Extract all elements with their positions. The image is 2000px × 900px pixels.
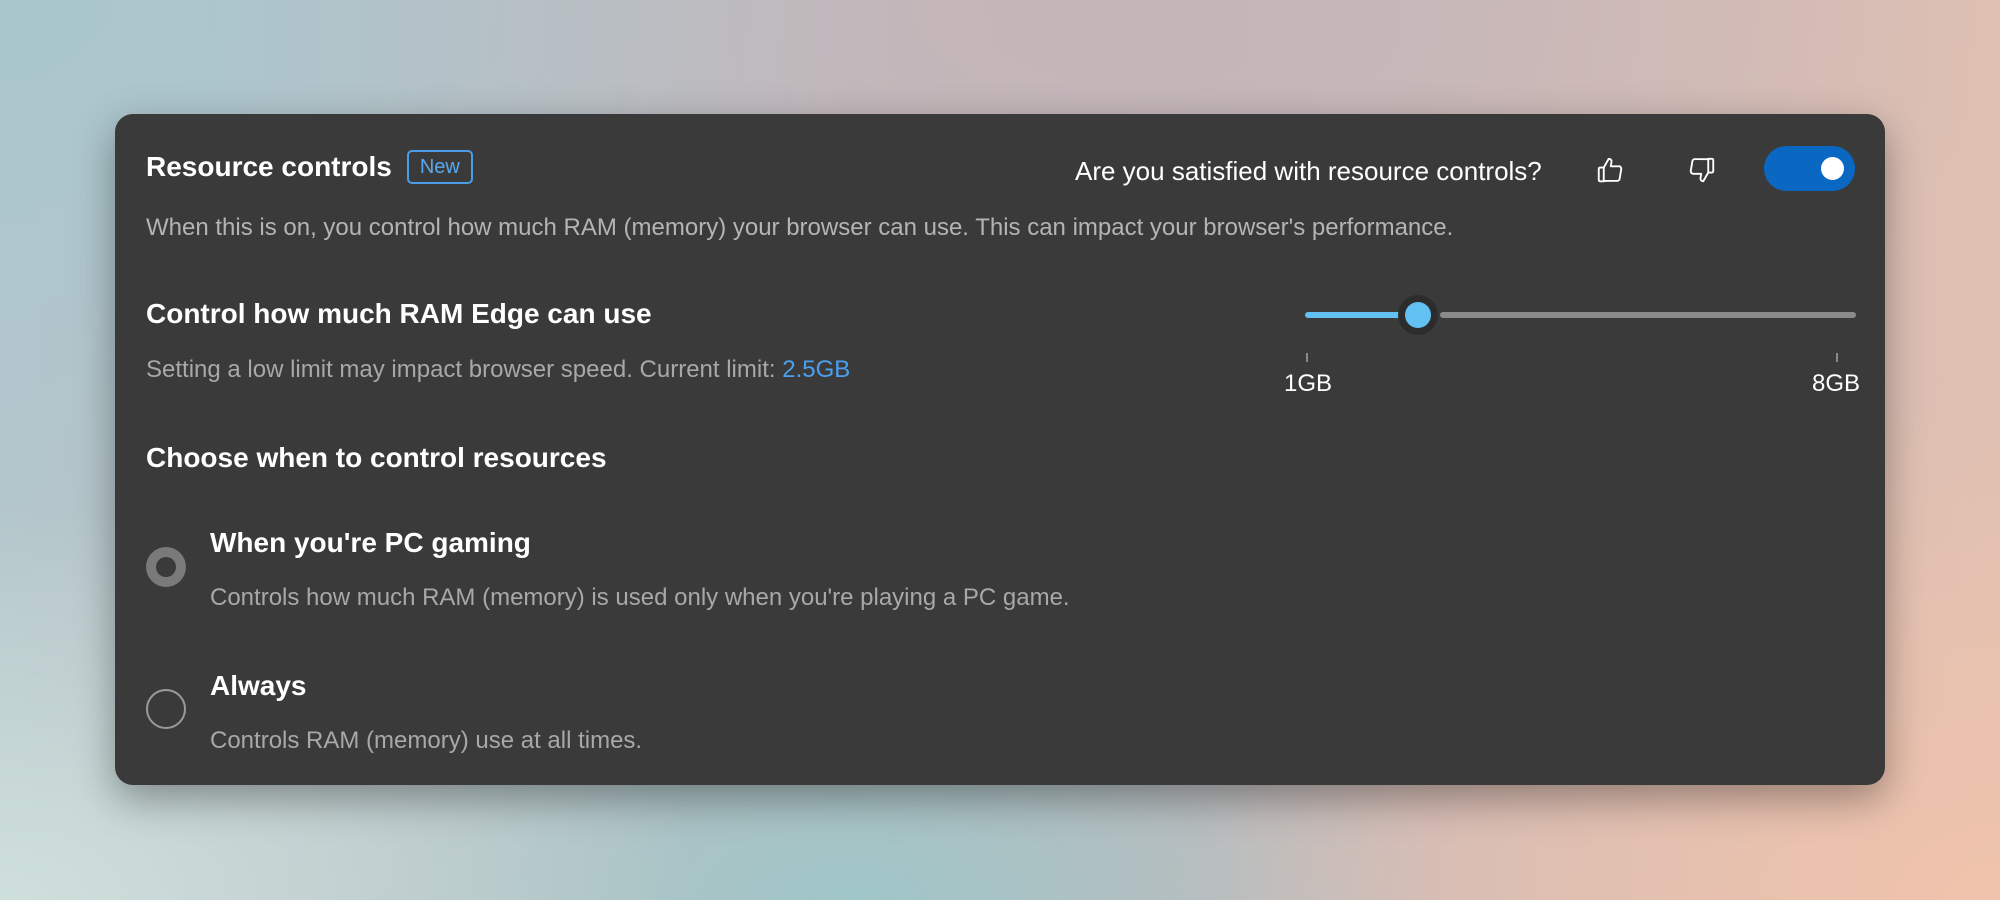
ram-heading: Control how much RAM Edge can use bbox=[146, 298, 652, 329]
slider-max-label: 8GB bbox=[1812, 370, 1861, 397]
option-pc-gaming-description: Controls how much RAM (memory) is used o… bbox=[210, 584, 1070, 611]
slider-track[interactable] bbox=[1440, 312, 1856, 318]
slider-tick-max bbox=[1836, 353, 1838, 362]
current-limit-value: 2.5GB bbox=[782, 356, 851, 383]
slider-tick-min bbox=[1306, 353, 1308, 362]
ram-slider-thumb[interactable] bbox=[1398, 295, 1438, 335]
thumbs-down-icon bbox=[1689, 157, 1715, 183]
title-row: Resource controls New bbox=[146, 150, 473, 184]
option-always-description: Controls RAM (memory) use at all times. bbox=[210, 727, 643, 754]
ram-subtext-label: Setting a low limit may impact browser s… bbox=[146, 356, 783, 383]
thumbs-up-icon bbox=[1597, 157, 1623, 183]
new-badge: New bbox=[406, 150, 473, 184]
slider-thumb-inner bbox=[1405, 302, 1431, 328]
radio-dot bbox=[156, 557, 176, 577]
toggle-knob bbox=[1821, 157, 1844, 180]
resource-controls-toggle[interactable] bbox=[1764, 146, 1855, 191]
section-title: Resource controls bbox=[146, 151, 392, 182]
ram-subtext: Setting a low limit may impact browser s… bbox=[146, 356, 850, 384]
resource-controls-card: Resource controls New Are you satisfied … bbox=[115, 114, 1885, 785]
thumbs-down-button[interactable] bbox=[1680, 148, 1724, 192]
feedback-question: Are you satisfied with resource controls… bbox=[1075, 156, 1542, 186]
option-pc-gaming-label[interactable]: When you're PC gaming bbox=[210, 527, 531, 559]
control-mode-heading: Choose when to control resources bbox=[146, 442, 607, 473]
radio-pc-gaming[interactable] bbox=[146, 547, 186, 587]
thumbs-up-button[interactable] bbox=[1588, 148, 1632, 192]
radio-always[interactable] bbox=[146, 689, 186, 729]
slider-min-label: 1GB bbox=[1284, 370, 1333, 397]
section-description: When this is on, you control how much RA… bbox=[146, 214, 1454, 241]
option-always-label[interactable]: Always bbox=[210, 670, 307, 702]
